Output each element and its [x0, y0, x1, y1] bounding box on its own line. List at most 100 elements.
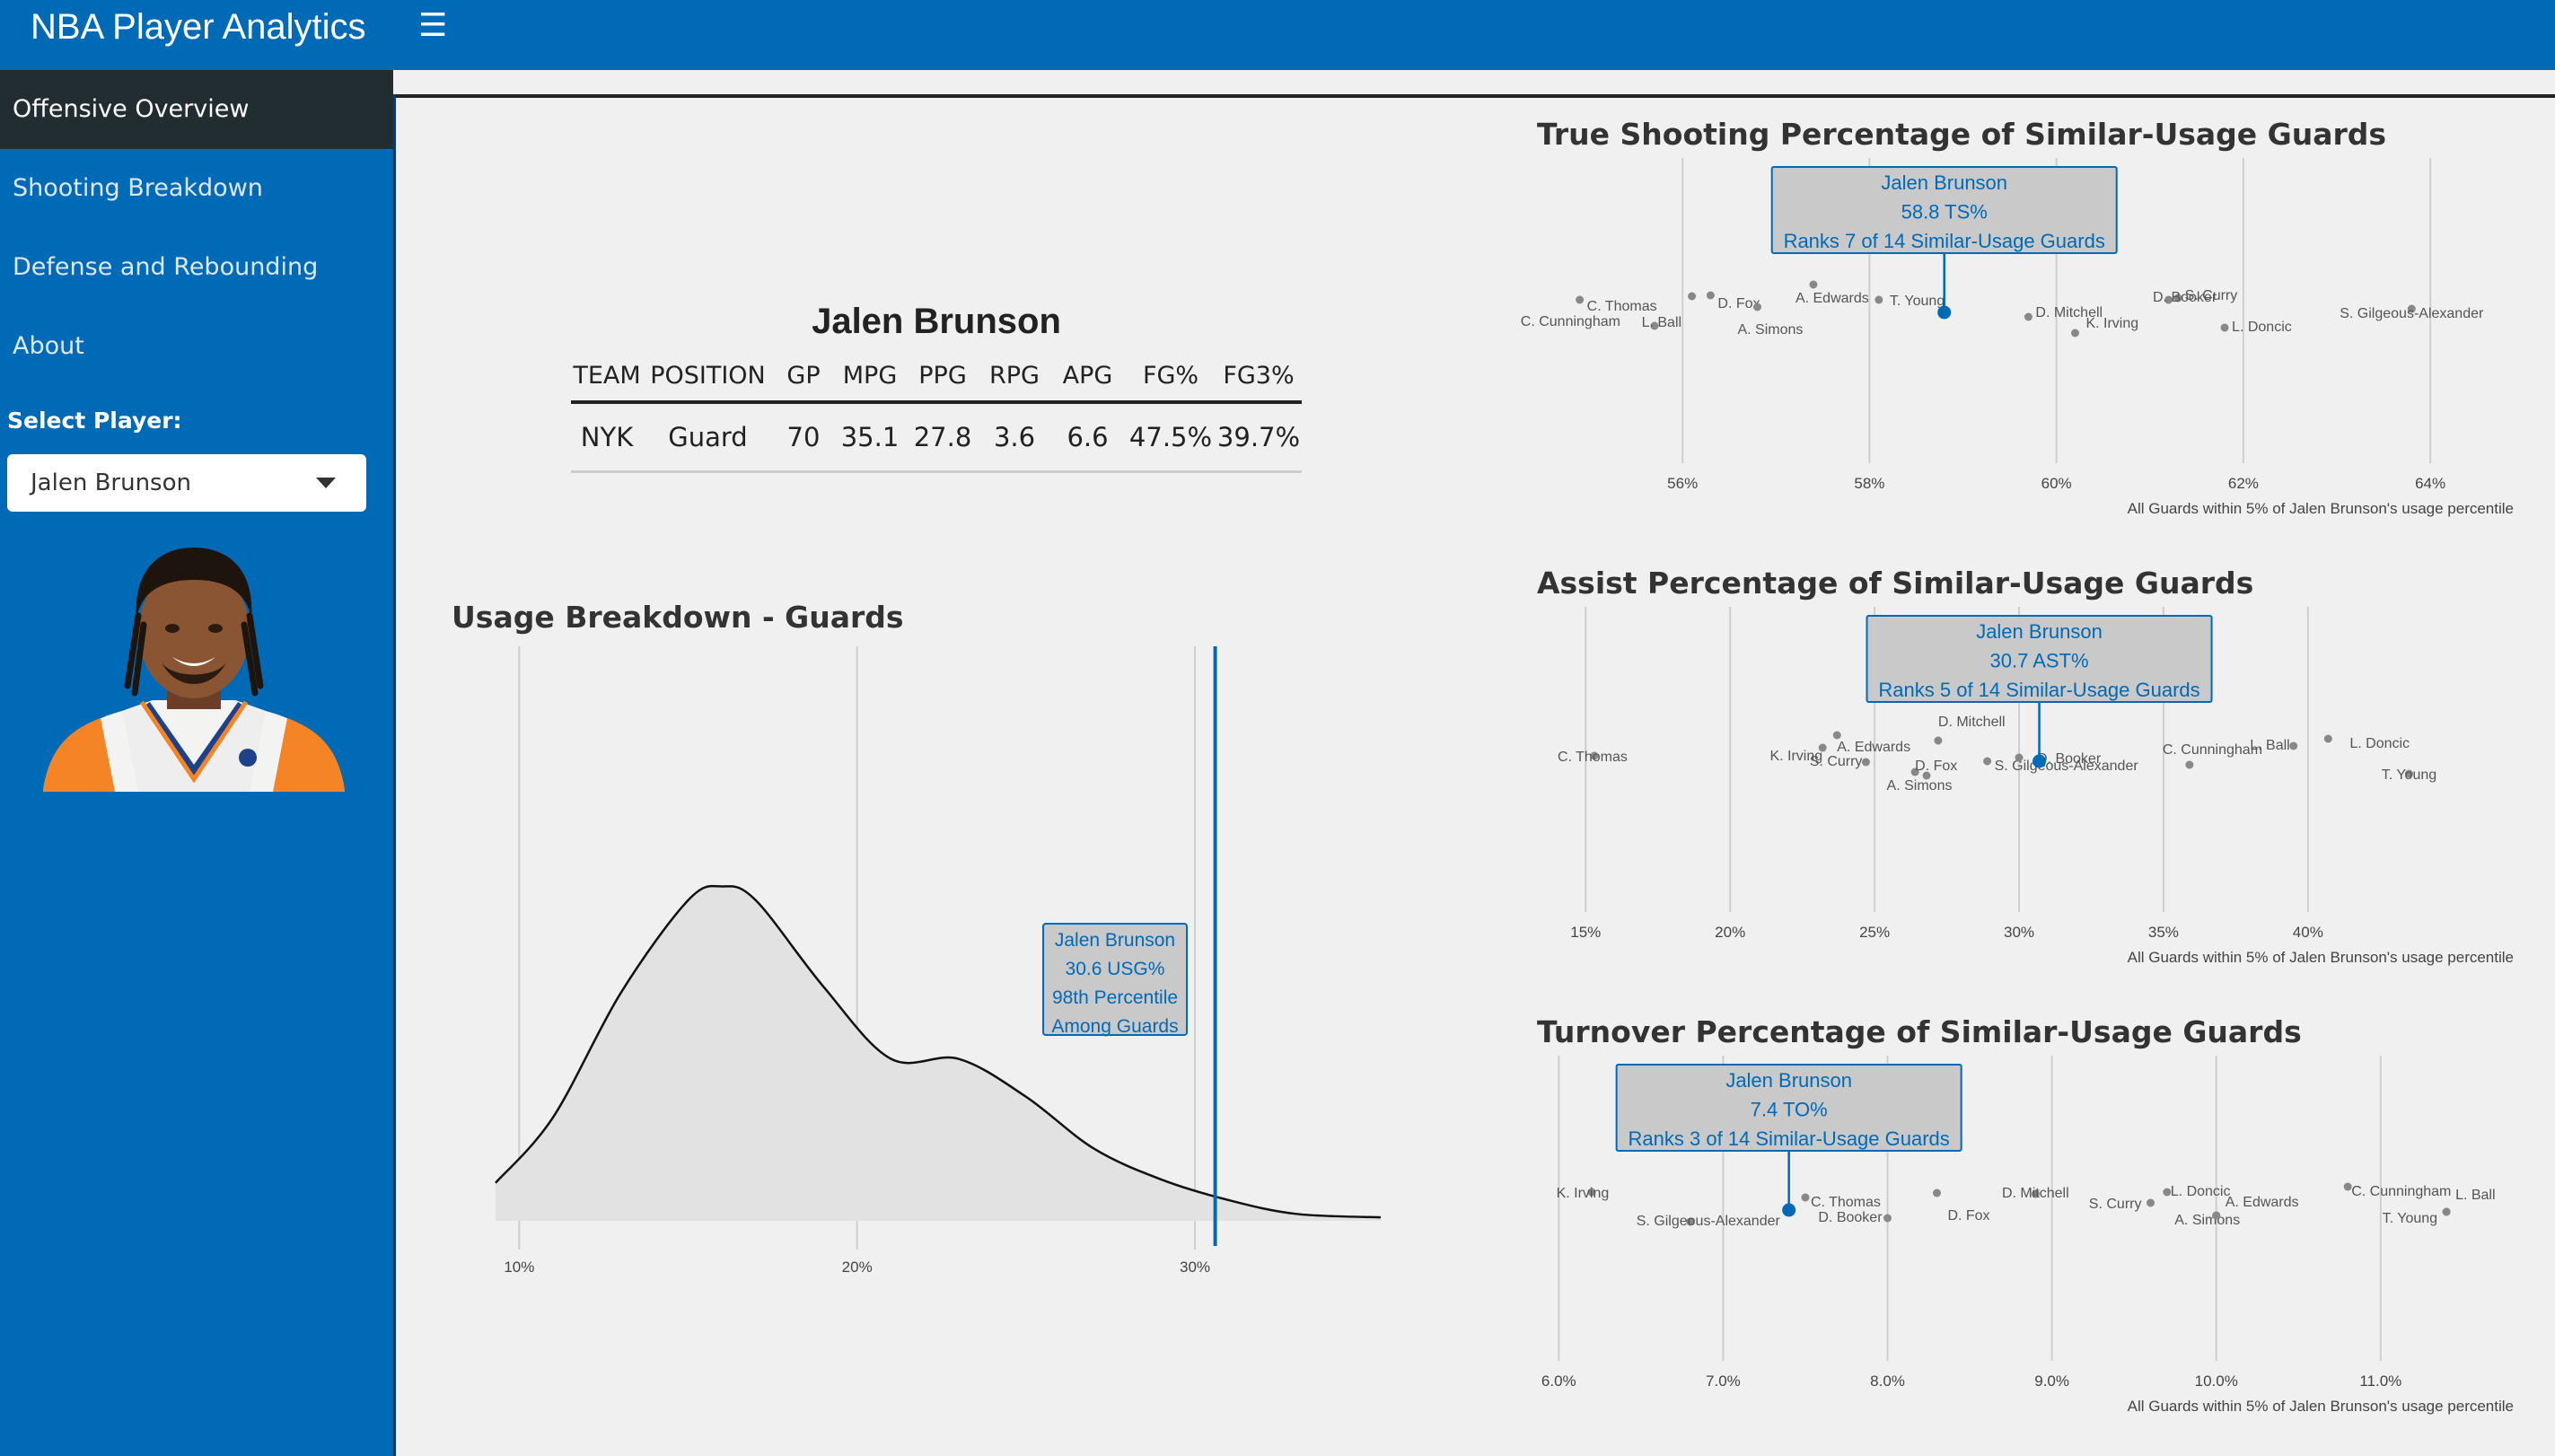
stats-header-mpg: MPG — [834, 350, 906, 404]
ast-chart-title: Assist Percentage of Similar-Usage Guard… — [1537, 566, 2254, 601]
sidebar-item-offensive-overview[interactable]: Offensive Overview — [0, 70, 393, 149]
data-point-d-fox — [1706, 291, 1715, 300]
highlight-annotation-text: Ranks 5 of 14 Similar-Usage Guards — [1878, 679, 2199, 701]
data-label-k-irving: K. Irving — [1557, 1186, 1610, 1201]
to-chart-title: Turnover Percentage of Similar-Usage Gua… — [1537, 1014, 2302, 1049]
ast-scatter-chart: 15% 20% 25% 30% 35% 40% All Guards within 5% o… — [1558, 607, 2514, 966]
x-tick-label: 10% — [504, 1259, 534, 1276]
x-tick-label: 35% — [2148, 924, 2179, 941]
data-point-a-edwards — [1809, 280, 1818, 289]
stats-cell-apg: 6.6 — [1049, 402, 1126, 473]
data-label-d-booker: D. Booker — [2037, 751, 2102, 767]
x-tick-label: 6.0% — [1541, 1373, 1576, 1390]
player-stats-table: TEAM POSITION GP MPG PPG RPG APG FG% FG3… — [571, 350, 1302, 473]
sidebar-item-shooting-breakdown[interactable]: Shooting Breakdown — [0, 149, 393, 228]
data-point-s-curry — [1861, 758, 1870, 767]
data-point-d-fox — [1932, 1188, 1941, 1197]
data-label-c-thomas: C. Thomas — [1587, 299, 1657, 314]
data-label-l-doncic: L. Doncic — [2349, 736, 2410, 751]
data-label-d-mitchell: D. Mitchell — [1938, 715, 2006, 730]
player-select[interactable]: Jalen Brunson — [7, 454, 366, 512]
data-label-l-doncic: L. Doncic — [2171, 1184, 2231, 1199]
data-label-s-curry: S. Curry — [2089, 1197, 2142, 1212]
highlight-annotation-text: Ranks 3 of 14 Similar-Usage Guards — [1629, 1127, 1950, 1150]
data-point-t-young — [1875, 295, 1883, 304]
x-tick-label: 56% — [1667, 475, 1698, 492]
data-point-d-mitchell — [1934, 736, 1943, 745]
stats-header-ppg: PPG — [906, 350, 979, 404]
player-summary-title: Jalen Brunson — [812, 302, 1061, 341]
x-tick-label: 58% — [1854, 475, 1884, 492]
chart-note: All Guards within 5% of Jalen Brunson's … — [2128, 1398, 2514, 1415]
data-label-l-ball: L. Ball — [1642, 315, 1681, 330]
data-label-t-young: T. Young — [2383, 1211, 2437, 1226]
x-tick-label: 7.0% — [1706, 1373, 1741, 1390]
usage-annotation-text: Jalen Brunson — [1055, 930, 1175, 951]
stats-header-rpg: RPG — [979, 350, 1049, 404]
data-point-c-thomas — [1576, 295, 1585, 304]
content-top-border — [396, 94, 2555, 98]
stats-cell-gp: 70 — [773, 402, 834, 473]
data-label-a-simons: A. Simons — [1737, 322, 1803, 338]
sidebar-item-defense-rebounding[interactable]: Defense and Rebounding — [0, 228, 393, 307]
data-point-d-booker — [1883, 1214, 1892, 1223]
x-tick-label: 62% — [2228, 475, 2259, 492]
highlight-annotation-text: 30.7 AST% — [1989, 650, 2088, 672]
data-label-d-fox: D. Fox — [1717, 296, 1760, 311]
usage-annotation-text: 98th Percentile — [1052, 987, 1178, 1008]
highlight-point — [1937, 305, 1952, 320]
stats-header-position: POSITION — [643, 350, 773, 404]
data-label-a-simons: A. Simons — [1887, 778, 1953, 794]
data-label-a-edwards: A. Edwards — [1837, 740, 1910, 755]
highlight-annotation-text: Jalen Brunson — [1725, 1069, 1852, 1092]
x-tick-label: 9.0% — [2034, 1373, 2069, 1390]
table-row: NYK Guard 70 35.1 27.8 3.6 6.6 47.5% 39.… — [571, 402, 1302, 473]
stats-header-team: TEAM — [571, 350, 643, 404]
hamburger-icon[interactable]: ☰ — [418, 9, 447, 41]
highlight-annotation-text: Jalen Brunson — [1976, 620, 2103, 643]
data-label-a-edwards: A. Edwards — [1796, 291, 1869, 306]
stats-header-apg: APG — [1049, 350, 1126, 404]
data-label-l-ball: L. Ball — [2250, 738, 2289, 753]
x-tick-label: 30% — [1180, 1259, 1210, 1276]
sidebar-item-about[interactable]: About — [0, 307, 393, 386]
data-point-l-doncic — [2323, 734, 2332, 743]
to-scatter-chart: 6.0% 7.0% 8.0% 9.0% 10.0% 11.0% All Guards wit… — [1541, 1056, 2514, 1415]
data-point-a-edwards — [1832, 731, 1841, 740]
x-tick-label: 20% — [1715, 924, 1745, 941]
data-point-a-edwards — [2212, 1211, 2221, 1220]
chevron-down-icon[interactable] — [316, 478, 336, 488]
data-point-c-thomas — [1801, 1193, 1810, 1202]
x-tick-label: 25% — [1859, 924, 1890, 941]
data-point-l-ball — [1688, 292, 1697, 301]
stats-cell-mpg: 35.1 — [834, 402, 906, 473]
stats-cell-ppg: 27.8 — [906, 402, 979, 473]
data-label-d-fox: D. Fox — [1915, 759, 1957, 774]
content-divider — [393, 94, 396, 1456]
data-point-s-gilgeous-alexander — [1983, 757, 1992, 766]
data-point-l-ball — [2289, 741, 2298, 750]
data-point-a-simons — [1752, 303, 1761, 311]
usage-annotation-text: Among Guards — [1051, 1016, 1178, 1037]
ts-scatter-chart: 56% 58% 60% 62% 64% All Guards within 5% of J… — [1521, 158, 2514, 517]
usage-chart-title: Usage Breakdown - Guards — [452, 600, 904, 635]
data-label-a-simons: A. Simons — [2174, 1213, 2240, 1228]
data-label-d-booker: D. Booker — [1818, 1210, 1883, 1225]
data-label-t-young: T. Young — [2382, 767, 2436, 783]
density-area — [496, 886, 1381, 1221]
data-label-a-edwards: A. Edwards — [2226, 1195, 2299, 1210]
data-label-c-thomas: C. Thomas — [1558, 750, 1628, 765]
data-label-s-gilgeous-alexander: S. Gilgeous-Alexander — [1637, 1214, 1781, 1229]
x-tick-label: 30% — [2004, 924, 2034, 941]
stats-cell-position: Guard — [643, 402, 773, 473]
ts-chart-title: True Shooting Percentage of Similar-Usag… — [1537, 117, 2387, 152]
player-select-value: Jalen Brunson — [31, 469, 191, 496]
stats-cell-fg-pct: 47.5% — [1126, 402, 1216, 473]
highlight-annotation-text: Jalen Brunson — [1881, 171, 2007, 194]
stats-header-fg-pct: FG% — [1126, 350, 1216, 404]
data-label-d-fox: D. Fox — [1947, 1208, 1989, 1224]
data-label-t-young: T. Young — [1890, 294, 1945, 309]
highlight-annotation-text: 7.4 TO% — [1751, 1099, 1828, 1121]
usage-density-chart: 10% 20% 30% Jalen Brunson 30.6 USG% 98th Perc… — [495, 646, 1382, 1276]
data-label-l-ball: L. Ball — [2455, 1188, 2495, 1203]
